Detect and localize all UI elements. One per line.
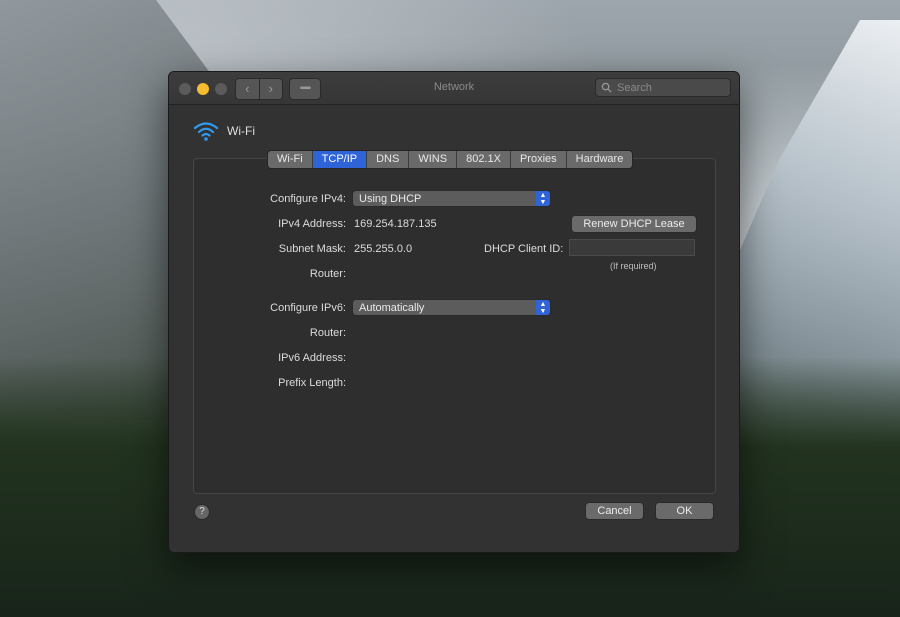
prefix-length-label: Prefix Length: — [278, 377, 346, 389]
subnet-mask-label: Subnet Mask: — [278, 243, 346, 255]
tab-hardware[interactable]: Hardware — [567, 151, 633, 168]
chevron-up-down-icon: ▲ ▼ — [536, 300, 550, 315]
tab-8021x[interactable]: 802.1X — [457, 151, 511, 168]
tab-bar: Wi-Fi TCP/IP DNS WINS 802.1X Proxies Har… — [267, 150, 634, 169]
tab-wins[interactable]: WINS — [409, 151, 458, 168]
search-input[interactable] — [617, 81, 717, 94]
configure-ipv6-select[interactable]: Automatically ▲ ▼ — [352, 299, 551, 316]
search-field[interactable] — [595, 78, 731, 97]
renew-dhcp-lease-button[interactable]: Renew DHCP Lease — [571, 215, 697, 233]
dhcp-hint: (If required) — [610, 261, 657, 271]
configure-ipv4-select[interactable]: Using DHCP ▲ ▼ — [352, 190, 551, 207]
configure-ipv4-label: Configure IPv4: — [270, 193, 346, 205]
configure-ipv4-value: Using DHCP — [359, 193, 422, 205]
tcpip-panel: Configure IPv4: Using DHCP ▲ ▼ IPv4 Addre… — [193, 158, 716, 494]
search-icon — [601, 82, 612, 93]
ipv4-address-label: IPv4 Address: — [278, 218, 346, 230]
ipv4-router-label: Router: — [309, 268, 346, 280]
ipv6-address-label: IPv6 Address: — [278, 352, 346, 364]
ipv4-address-value: 169.254.187.135 — [354, 218, 437, 230]
tab-dns[interactable]: DNS — [367, 151, 410, 168]
tab-wifi[interactable]: Wi-Fi — [268, 151, 313, 168]
ipv6-router-label: Router: — [309, 327, 346, 339]
cancel-button[interactable]: Cancel — [585, 502, 644, 520]
configure-ipv6-label: Configure IPv6: — [270, 302, 346, 314]
interface-header: Wi-Fi — [193, 120, 255, 142]
configure-ipv6-value: Automatically — [359, 302, 425, 314]
tab-proxies[interactable]: Proxies — [511, 151, 567, 168]
interface-name: Wi-Fi — [227, 124, 255, 138]
ok-button[interactable]: OK — [655, 502, 714, 520]
network-preferences-window: ‹ › ▪▪▪▪ Network Wi-Fi Wi-Fi TCP/ — [168, 71, 740, 553]
wifi-icon — [193, 122, 219, 141]
help-button[interactable]: ? — [194, 504, 210, 520]
subnet-mask-value: 255.255.0.0 — [354, 243, 413, 255]
tab-tcpip[interactable]: TCP/IP — [312, 151, 368, 168]
dhcp-client-id-field[interactable] — [569, 239, 695, 256]
chevron-up-down-icon: ▲ ▼ — [536, 191, 550, 206]
dhcp-client-id-label: DHCP Client ID: — [484, 243, 564, 255]
title-bar[interactable]: ‹ › ▪▪▪▪ Network — [169, 72, 739, 105]
